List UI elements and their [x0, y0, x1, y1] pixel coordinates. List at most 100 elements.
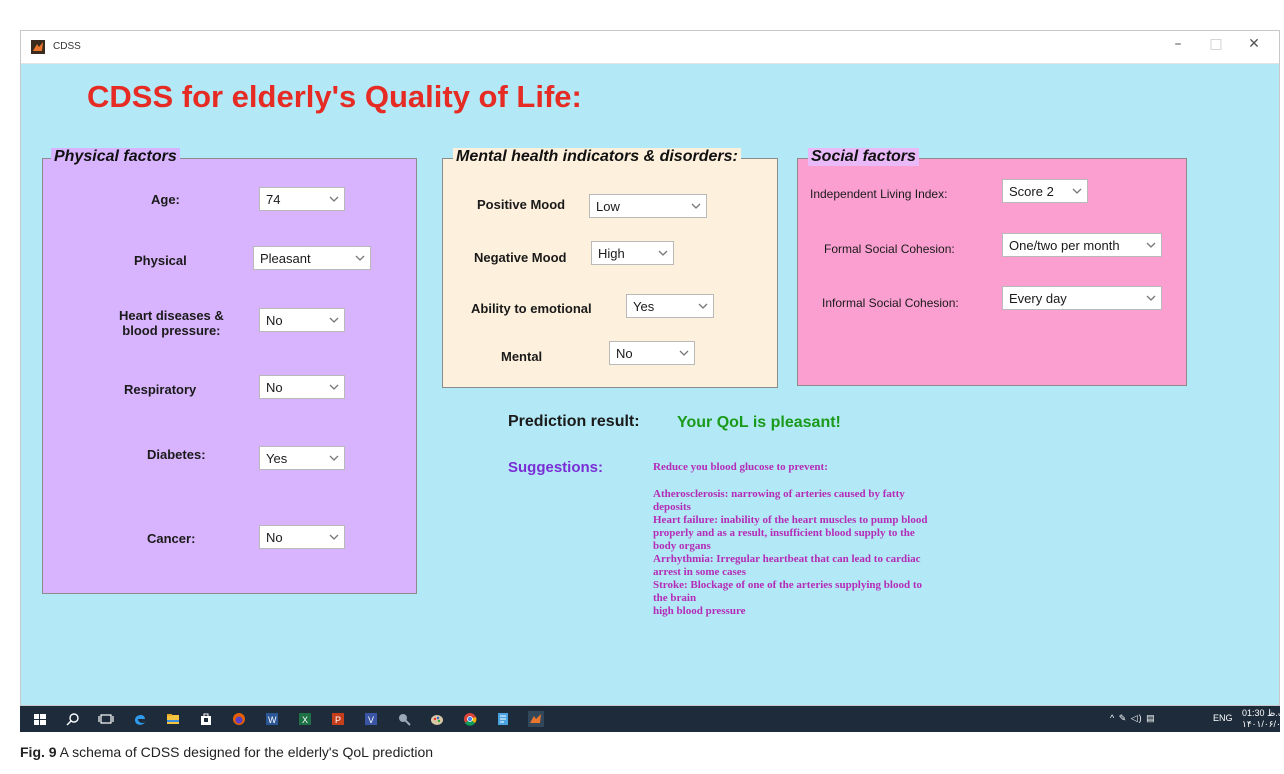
cancer-value: No: [266, 530, 283, 545]
informal-cohesion-label: Informal Social Cohesion:: [822, 296, 959, 310]
suggestion-line: deposits: [653, 501, 691, 513]
firefox-icon[interactable]: [231, 711, 247, 727]
svg-text:W: W: [268, 715, 277, 725]
suggestion-line: body organs: [653, 540, 711, 552]
age-dropdown[interactable]: 74: [259, 187, 345, 211]
positive-mood-dropdown[interactable]: Low: [589, 194, 707, 218]
matlab-logo-icon: [31, 40, 45, 54]
chevron-down-icon: [329, 384, 339, 390]
cancer-dropdown[interactable]: No: [259, 525, 345, 549]
independent-living-label: Independent Living Index:: [810, 187, 948, 201]
powerpoint-icon[interactable]: P: [330, 711, 346, 727]
maximize-button[interactable]: □: [1201, 36, 1231, 52]
chevron-down-icon: [698, 303, 708, 309]
physical-label: Physical: [134, 253, 187, 268]
start-icon[interactable]: [32, 711, 48, 727]
excel-icon[interactable]: X: [297, 711, 313, 727]
respiratory-dropdown[interactable]: No: [259, 375, 345, 399]
chevron-down-icon: [329, 455, 339, 461]
heart-disease-label-line1: Heart diseases &: [119, 308, 224, 323]
physical-dropdown[interactable]: Pleasant: [253, 246, 371, 270]
suggestion-line: the brain: [653, 592, 697, 604]
chevron-down-icon: [1146, 242, 1156, 248]
chevron-down-icon: [329, 317, 339, 323]
app-title: CDSS for elderly's Quality of Life:: [87, 79, 582, 114]
informal-cohesion-dropdown[interactable]: Every day: [1002, 286, 1162, 310]
chevron-down-icon: [329, 534, 339, 540]
prediction-label: Prediction result:: [508, 413, 640, 430]
formal-cohesion-dropdown[interactable]: One/two per month: [1002, 233, 1162, 257]
social-factors-title: Social factors: [808, 148, 919, 166]
svg-text:V: V: [368, 715, 374, 725]
mental-label: Mental: [501, 349, 543, 364]
file-explorer-icon[interactable]: [165, 711, 181, 727]
edge-icon[interactable]: [132, 711, 148, 727]
task-view-icon[interactable]: [98, 711, 114, 727]
word-icon[interactable]: W: [264, 711, 280, 727]
suggestion-line: Heart failure: inability of the heart mu…: [653, 514, 928, 526]
social-factors-panel: Social factors Independent Living Index:…: [797, 148, 1187, 386]
close-button[interactable]: ✕: [1239, 36, 1269, 52]
svg-text:P: P: [335, 715, 341, 725]
search-icon[interactable]: [65, 711, 81, 727]
positive-mood-value: Low: [596, 199, 620, 214]
negative-mood-value: High: [598, 246, 625, 261]
diabetes-label: Diabetes:: [147, 447, 206, 462]
chevron-down-icon: [1146, 295, 1156, 301]
figure-caption-text: A schema of CDSS designed for the elderl…: [56, 744, 434, 760]
app-icon[interactable]: [396, 711, 412, 727]
heart-disease-label: Heart diseases & blood pressure:: [119, 308, 224, 338]
suggestion-line: Stroke: Blockage of one of the arteries …: [653, 579, 922, 591]
diabetes-value: Yes: [266, 451, 288, 466]
store-icon[interactable]: [198, 711, 214, 727]
taskbar: W X P V ^ ✎ ◁) ▤ ENG 01:30 ب.ظ ۱۴۰۱/۰۶/۰…: [20, 706, 1284, 732]
mental-health-panel: Mental health indicators & disorders: Po…: [442, 148, 778, 388]
chevron-down-icon: [355, 255, 365, 261]
mental-value: No: [616, 346, 633, 361]
chevron-down-icon: [1072, 188, 1082, 194]
suggestions-label: Suggestions:: [508, 459, 604, 476]
chrome-icon[interactable]: [462, 711, 478, 727]
figure-caption: Fig. 9 A schema of CDSS designed for the…: [20, 744, 433, 760]
mental-health-title: Mental health indicators & disorders:: [453, 148, 741, 166]
formal-cohesion-label: Formal Social Cohesion:: [824, 242, 955, 256]
diabetes-dropdown[interactable]: Yes: [259, 446, 345, 470]
heart-disease-label-line2: blood pressure:: [122, 323, 221, 338]
suggestion-line: arrest in some cases: [653, 566, 746, 578]
paint-icon[interactable]: [429, 711, 445, 727]
chevron-down-icon: [658, 250, 668, 256]
physical-factors-panel: Physical factors Age: 74 Physical Pleasa…: [42, 148, 417, 594]
formal-cohesion-value: One/two per month: [1009, 238, 1120, 253]
title-bar: CDSS – □ ✕: [21, 31, 1279, 64]
clock-date[interactable]: ۱۴۰۱/۰۶/۰۳: [1242, 719, 1284, 730]
chevron-down-icon: [329, 196, 339, 202]
heart-disease-dropdown[interactable]: No: [259, 308, 345, 332]
matlab-icon[interactable]: [528, 711, 544, 727]
mental-dropdown[interactable]: No: [609, 341, 695, 365]
heart-disease-value: No: [266, 313, 283, 328]
suggestion-line: Arrhythmia: Irregular heartbeat that can…: [653, 553, 921, 565]
prediction-result: Your QoL is pleasant!: [677, 414, 841, 431]
visio-icon[interactable]: V: [363, 711, 379, 727]
suggestion-line: high blood pressure: [653, 605, 746, 617]
suggestion-line: Atherosclerosis: narrowing of arteries c…: [653, 488, 905, 500]
independent-living-dropdown[interactable]: Score 2: [1002, 179, 1088, 203]
suggestions-text: Reduce you blood glucose to prevent: Ath…: [653, 461, 1033, 618]
physical-factors-title: Physical factors: [51, 148, 180, 166]
minimize-button[interactable]: –: [1163, 36, 1193, 52]
age-label: Age:: [151, 192, 180, 207]
chevron-down-icon: [679, 350, 689, 356]
negative-mood-label: Negative Mood: [474, 250, 567, 265]
system-tray-icons[interactable]: ^ ✎ ◁) ▤: [1110, 713, 1210, 724]
svg-text:X: X: [302, 715, 308, 725]
window-title: CDSS: [53, 41, 81, 52]
positive-mood-label: Positive Mood: [477, 197, 566, 212]
notepad-icon[interactable]: [495, 711, 511, 727]
suggestions-intro: Reduce you blood glucose to prevent:: [653, 461, 828, 473]
chevron-down-icon: [691, 203, 701, 209]
negative-mood-dropdown[interactable]: High: [591, 241, 674, 265]
language-indicator[interactable]: ENG: [1213, 713, 1233, 723]
respiratory-label: Respiratory: [124, 382, 197, 397]
emotional-dropdown[interactable]: Yes: [626, 294, 714, 318]
clock-time[interactable]: 01:30 ب.ظ: [1242, 708, 1284, 719]
